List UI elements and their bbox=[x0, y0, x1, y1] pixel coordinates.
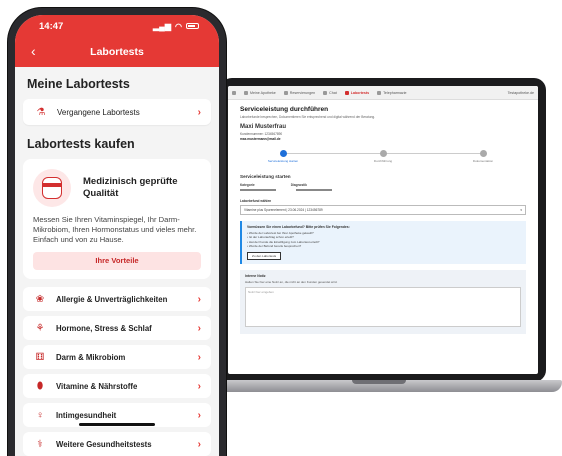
note-title: Interne Notiz bbox=[245, 273, 266, 278]
category-hormones[interactable]: ⚘ Hormone, Stress & Schlaf › bbox=[23, 316, 211, 340]
phone-screen: 14:47 ▂▄▆ ◠ ‹ Labortests Meine Labortest… bbox=[15, 15, 219, 456]
note-textarea[interactable]: Notiz hier eingeben bbox=[245, 286, 521, 327]
chevron-down-icon: ▾ bbox=[520, 208, 522, 212]
app-header: ‹ Labortests bbox=[15, 37, 219, 67]
nav-account[interactable]: Testapotheke.de bbox=[508, 91, 534, 95]
chevron-right-icon: › bbox=[197, 106, 201, 118]
section-columns: Kategorie Diagnostik bbox=[240, 183, 307, 187]
nav-tab-telepharmazie[interactable]: Telepharmazie bbox=[377, 90, 407, 95]
category-label: Hormone, Stress & Schlaf bbox=[56, 323, 152, 333]
stepper: Serviceleistung starten Durchführung Dok… bbox=[258, 150, 508, 168]
category-label: Weitere Gesundheitstests bbox=[56, 439, 152, 449]
home-indicator[interactable] bbox=[79, 423, 155, 426]
mascot-icon bbox=[33, 169, 71, 207]
signal-icon: ▂▄▆ bbox=[153, 21, 172, 31]
laptop-display: Meine Apotheke Reservierungen Chat Labor… bbox=[228, 86, 538, 374]
to-lab-tests-button[interactable]: Zu den Labortests bbox=[247, 251, 282, 260]
intimate-health-icon: ♀ bbox=[36, 409, 44, 421]
step-3[interactable]: Dokumentation bbox=[458, 150, 508, 163]
status-bar: 14:47 ▂▄▆ ◠ bbox=[15, 15, 219, 37]
promo-card: Medizinisch geprüfte Qualität Messen Sie… bbox=[23, 159, 211, 279]
info-title: Vormüssen Sie einen Laborbefund? Bitte p… bbox=[247, 225, 350, 229]
service-subtitle: Laborbefunde besprechen, Dokumentieren S… bbox=[240, 115, 376, 119]
nav-tab-chat[interactable]: Chat bbox=[323, 90, 337, 95]
select-label: Laborbefund wählen bbox=[240, 199, 272, 203]
more-tests-icon: ⚕ bbox=[37, 438, 43, 450]
customer-email: max.mustermann@mail.de bbox=[240, 137, 281, 141]
battery-icon bbox=[186, 23, 199, 29]
nav-tab-reservierungen[interactable]: Reservierungen bbox=[283, 90, 315, 95]
chevron-right-icon: › bbox=[197, 438, 201, 450]
category-label: Intimgesundheit bbox=[56, 410, 117, 420]
laptop-nav: Meine Apotheke Reservierungen Chat Labor… bbox=[228, 86, 538, 100]
step-1[interactable]: Serviceleistung starten bbox=[258, 150, 308, 163]
status-time: 14:47 bbox=[39, 20, 64, 32]
service-title: Serviceleistung durchführen bbox=[240, 106, 329, 113]
phone-frame: 14:47 ▂▄▆ ◠ ‹ Labortests Meine Labortest… bbox=[8, 8, 226, 456]
section-title: Serviceleistung starten bbox=[240, 174, 291, 179]
nav-tab-labortests[interactable]: Labortests bbox=[344, 90, 369, 95]
note-subtitle: Halten Sie hier eine Notiz an, die nicht… bbox=[245, 279, 338, 284]
past-tests-label: Vergangene Labortests bbox=[57, 107, 140, 117]
category-label: Darm & Mikrobiom bbox=[56, 352, 126, 362]
benefits-button[interactable]: Ihre Vorteile bbox=[33, 252, 201, 270]
buy-tests-title: Labortests kaufen bbox=[27, 137, 135, 151]
chevron-right-icon: › bbox=[197, 322, 201, 334]
lab-result-select[interactable]: Vitamine plus Spurenelement | 23.06.2024… bbox=[240, 205, 526, 215]
chevron-right-icon: › bbox=[197, 293, 201, 305]
step-2[interactable]: Durchführung bbox=[358, 150, 408, 163]
test-tube-icon: ⚗ bbox=[36, 106, 46, 118]
laptop-notch bbox=[352, 380, 406, 384]
chevron-right-icon: › bbox=[197, 351, 201, 363]
category-vitamins[interactable]: ⬮ Vitamine & Nährstoffe › bbox=[23, 374, 211, 398]
my-tests-title: Meine Labortests bbox=[27, 77, 130, 91]
nav-tab-apotheke[interactable]: Meine Apotheke bbox=[244, 90, 276, 95]
category-label: Allergie & Unverträglichkeiten bbox=[56, 294, 168, 304]
allergy-icon: ❀ bbox=[35, 293, 45, 305]
section-values-placeholder bbox=[240, 189, 526, 191]
info-box: Vormüssen Sie einen Laborbefund? Bitte p… bbox=[240, 221, 526, 264]
promo-text: Messen Sie Ihren Vitaminspiegel, Ihr Dar… bbox=[33, 215, 197, 244]
list-item: Wurde der Befund bereits besprochen? bbox=[247, 244, 521, 248]
laptop-screen: Meine Apotheke Reservierungen Chat Labor… bbox=[220, 78, 546, 382]
back-icon[interactable]: ‹ bbox=[31, 44, 36, 58]
hormone-icon: ⚘ bbox=[35, 322, 45, 334]
chevron-right-icon: › bbox=[197, 380, 201, 392]
past-tests-item[interactable]: ⚗ Vergangene Labortests › bbox=[23, 99, 211, 125]
promo-title: Medizinisch geprüfte Qualität bbox=[83, 176, 178, 199]
wifi-icon: ◠ bbox=[175, 21, 182, 31]
category-label: Vitamine & Nährstoffe bbox=[56, 381, 138, 391]
nav-home-icon[interactable] bbox=[232, 90, 236, 95]
category-more-tests[interactable]: ⚕ Weitere Gesundheitstests › bbox=[23, 432, 211, 456]
internal-note: Interne Notiz Halten Sie hier eine Notiz… bbox=[240, 269, 526, 334]
customer-name: Maxi Musterfrau bbox=[240, 124, 287, 130]
chevron-right-icon: › bbox=[197, 409, 201, 421]
category-allergy[interactable]: ❀ Allergie & Unverträglichkeiten › bbox=[23, 287, 211, 311]
page-title: Labortests bbox=[90, 46, 144, 58]
vitamin-icon: ⬮ bbox=[36, 380, 44, 392]
gut-icon: ⚅ bbox=[35, 351, 45, 363]
info-list: Wurde der Labortest bei Ihrer Apotheke g… bbox=[247, 231, 521, 249]
category-gut[interactable]: ⚅ Darm & Mikrobiom › bbox=[23, 345, 211, 369]
